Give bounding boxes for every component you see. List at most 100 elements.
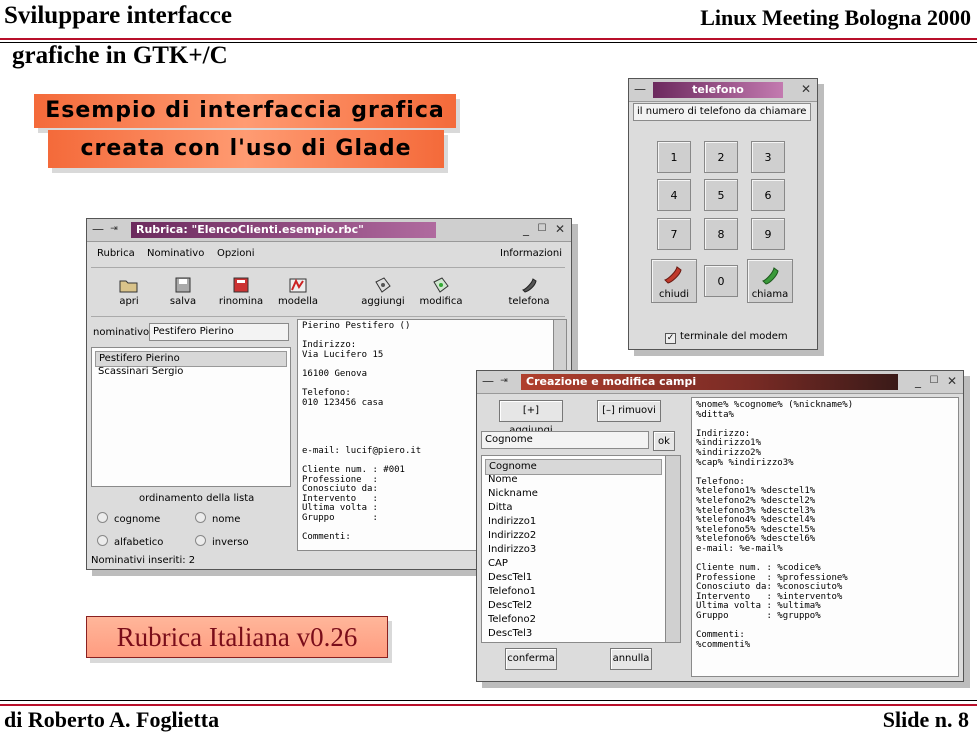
key-8[interactable]: 8 — [704, 218, 738, 250]
close-icon[interactable]: ✕ — [799, 82, 813, 96]
list-item[interactable]: Nickname — [485, 487, 677, 501]
key-4[interactable]: 4 — [657, 179, 691, 211]
list-item[interactable]: Scassinari Sergio — [95, 365, 287, 379]
nominativo-input[interactable]: Pestifero Pierino — [149, 323, 289, 341]
toolbar-rinomina[interactable]: rinomina — [211, 276, 271, 307]
list-item[interactable]: DescTel3 — [485, 627, 677, 641]
add-entry-icon — [375, 277, 391, 293]
banner-line2: creata con l'uso di Glade — [48, 130, 444, 168]
rubrica-toolbar: apri salva rinomina modella aggiungi mod… — [91, 267, 565, 317]
list-item[interactable]: Telefono1 — [485, 585, 677, 599]
key-9[interactable]: 9 — [751, 218, 785, 250]
modem-terminal-checkbox[interactable]: ✓ terminale del modem — [665, 331, 788, 344]
field-list[interactable]: Cognome Nome Nickname Ditta Indirizzo1 I… — [481, 455, 681, 643]
key-7[interactable]: 7 — [657, 218, 691, 250]
call-button[interactable]: chiama — [747, 259, 793, 303]
list-item[interactable]: Indirizzo3 — [485, 543, 677, 557]
key-3[interactable]: 3 — [751, 141, 785, 173]
list-item[interactable]: Indirizzo2 — [485, 529, 677, 543]
close-icon[interactable]: ✕ — [945, 374, 959, 388]
rubrica-titlebar[interactable]: — ⇥ Rubrica: "ElencoClienti.esempio.rbc"… — [87, 219, 571, 242]
pin-icon[interactable]: ⇥ — [497, 374, 511, 388]
radio-inverso[interactable]: inverso — [195, 535, 249, 548]
radio-icon — [195, 512, 206, 523]
toolbar-modella[interactable]: modella — [268, 276, 328, 307]
radio-cognome[interactable]: cognome — [97, 512, 160, 525]
key-0[interactable]: 0 — [704, 265, 738, 297]
radio-label: inverso — [212, 537, 249, 548]
edit-entry-icon — [433, 277, 449, 293]
slide-number: Slide n. 8 — [882, 707, 969, 732]
radio-label: nome — [212, 514, 241, 525]
window-menu-icon[interactable]: — — [91, 222, 105, 236]
toolbar-label: modifica — [419, 296, 463, 307]
toolbar-label: modella — [277, 296, 319, 307]
campi-window: — ⇥ Creazione e modifica campi _ ☐ ✕ [+]… — [476, 370, 964, 682]
rename-icon — [233, 277, 249, 293]
author: di Roberto A. Foglietta — [4, 707, 220, 732]
toolbar-apri[interactable]: apri — [99, 276, 159, 307]
product-name-box: Rubrica Italiana v0.26 — [86, 616, 388, 658]
footer-rule-thin — [0, 700, 977, 701]
maximize-icon[interactable]: ☐ — [535, 222, 549, 236]
footer-rule — [0, 704, 977, 706]
hangup-button[interactable]: chiudi — [651, 259, 697, 303]
toolbar-salva[interactable]: salva — [153, 276, 213, 307]
campi-title: Creazione e modifica campi — [521, 374, 898, 390]
list-item[interactable]: Telefono2 — [485, 613, 677, 627]
save-icon — [175, 277, 191, 293]
minimize-icon[interactable]: _ — [519, 222, 533, 236]
phone-icon — [522, 278, 537, 293]
checkbox-checked-icon: ✓ — [665, 333, 676, 344]
ok-button[interactable]: ok — [653, 431, 675, 451]
toolbar-telefona[interactable]: telefona — [499, 276, 559, 307]
telefono-titlebar[interactable]: — telefono ✕ — [629, 79, 817, 102]
pin-icon[interactable]: ⇥ — [107, 222, 121, 236]
radio-icon — [97, 535, 108, 546]
field-list-scrollbar[interactable] — [665, 456, 680, 642]
menu-rubrica[interactable]: Rubrica — [97, 248, 135, 259]
header-rule — [0, 38, 977, 40]
phone-hangup-icon — [664, 266, 682, 284]
list-item[interactable]: Nome — [485, 473, 677, 487]
close-icon[interactable]: ✕ — [553, 222, 567, 236]
minimize-icon[interactable]: _ — [911, 374, 925, 388]
list-item[interactable]: Indirizzo1 — [485, 515, 677, 529]
toolbar-modifica[interactable]: modifica — [411, 276, 471, 307]
call-label: chiama — [751, 289, 789, 300]
cancel-button[interactable]: annulla — [610, 648, 652, 670]
toolbar-aggiungi[interactable]: aggiungi — [353, 276, 413, 307]
phone-number-input[interactable]: il numero di telefono da chiamare — [633, 103, 811, 121]
toolbar-label: salva — [169, 296, 197, 307]
add-field-button[interactable]: [+] aggiungi — [499, 400, 563, 436]
radio-icon — [195, 535, 206, 546]
window-menu-icon[interactable]: — — [481, 374, 495, 388]
toolbar-label: apri — [119, 296, 139, 307]
phone-call-icon — [762, 267, 779, 285]
key-1[interactable]: 1 — [657, 141, 691, 173]
campi-titlebar[interactable]: — ⇥ Creazione e modifica campi _ ☐ ✕ — [477, 371, 963, 394]
list-item[interactable]: CAP — [485, 557, 677, 571]
modem-label: terminale del modem — [680, 331, 788, 342]
remove-field-button[interactable]: [–] rimuovi — [597, 400, 661, 422]
radio-nome[interactable]: nome — [195, 512, 240, 525]
list-item[interactable]: DescTel1 — [485, 571, 677, 585]
maximize-icon[interactable]: ☐ — [927, 374, 941, 388]
telefono-title: telefono — [653, 82, 783, 98]
key-6[interactable]: 6 — [751, 179, 785, 211]
toolbar-label: telefona — [508, 296, 550, 307]
key-5[interactable]: 5 — [704, 179, 738, 211]
radio-alfabetico[interactable]: alfabetico — [97, 535, 163, 548]
template-editor[interactable]: %nome% %cognome% (%nickname%) %ditta% In… — [691, 397, 959, 677]
key-2[interactable]: 2 — [704, 141, 738, 173]
list-item[interactable]: DescTel2 — [485, 599, 677, 613]
menu-opzioni[interactable]: Opzioni — [217, 248, 254, 259]
menu-nominativo[interactable]: Nominativo — [147, 248, 204, 259]
field-name-input[interactable]: Cognome — [481, 431, 649, 449]
menu-informazioni[interactable]: Informazioni — [500, 248, 562, 259]
slide-title-line1: Sviluppare interfacce — [4, 2, 232, 29]
list-item[interactable]: Ditta — [485, 501, 677, 515]
window-menu-icon[interactable]: — — [633, 82, 647, 96]
confirm-button[interactable]: conferma — [505, 648, 557, 670]
contacts-list[interactable]: Pestifero Pierino Scassinari Sergio — [91, 347, 291, 487]
